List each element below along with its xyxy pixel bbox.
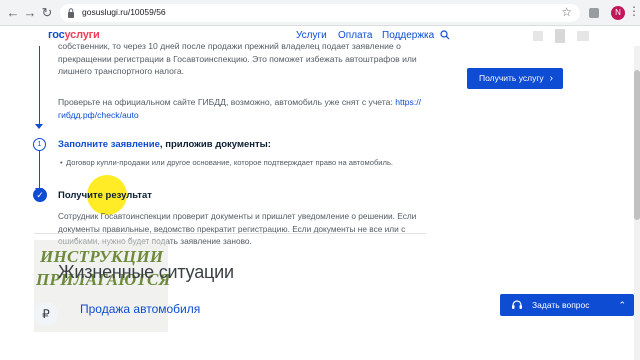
extension-icon[interactable]: [587, 6, 601, 20]
timeline-line: [39, 151, 40, 189]
chevron-up-icon: ⌃: [618, 300, 626, 310]
bookmark-star-icon[interactable]: ☆: [561, 5, 572, 19]
lock-icon: [68, 8, 74, 18]
blurred-region: [555, 29, 565, 43]
address-bar[interactable]: gosuslugi.ru/10059/56 ☆: [60, 4, 580, 22]
step-title: Получите результат: [58, 190, 152, 201]
blurred-region: [577, 31, 589, 41]
forward-icon[interactable]: →: [21, 4, 39, 22]
url-text: gosuslugi.ru/10059/56: [82, 7, 166, 17]
section-heading: Жизненные ситуации: [58, 262, 234, 282]
reload-icon[interactable]: ↻: [38, 4, 56, 22]
document-list-item: Договор купли-продажи или другое основан…: [60, 158, 393, 167]
browser-toolbar: ← → ↻ gosuslugi.ru/10059/56 ☆ N ⋮: [0, 0, 640, 26]
profile-avatar[interactable]: N: [611, 6, 625, 20]
blurred-region: [533, 31, 543, 41]
chevron-right-icon: ›: [549, 73, 553, 84]
back-icon[interactable]: ←: [4, 4, 22, 22]
divider: [34, 233, 426, 234]
check-paragraph: Проверьте на официальном сайте ГИБДД, во…: [58, 97, 421, 120]
timeline-line: [39, 46, 40, 124]
search-icon[interactable]: [440, 30, 450, 40]
step-number-circle: 1: [33, 138, 46, 151]
car-sale-link[interactable]: Продажа автомобиля: [80, 302, 200, 316]
chat-support-icon: [512, 300, 522, 309]
ruble-icon: ₽: [34, 302, 58, 326]
step-title: Заполните заявление, приложив документы:: [58, 139, 271, 150]
fill-application-link[interactable]: Заполните заявление: [58, 139, 160, 150]
scrollbar-thumb[interactable]: [634, 70, 640, 220]
get-service-button[interactable]: Получить услугу ›: [467, 68, 563, 89]
browser-menu-icon[interactable]: ⋮: [628, 4, 640, 18]
check-icon: ✓: [33, 188, 47, 202]
intro-paragraph: собственник, то через 10 дней после прод…: [58, 41, 417, 76]
timeline-arrow: [35, 124, 43, 129]
ask-question-button[interactable]: Задать вопрос ⌃: [500, 294, 634, 316]
